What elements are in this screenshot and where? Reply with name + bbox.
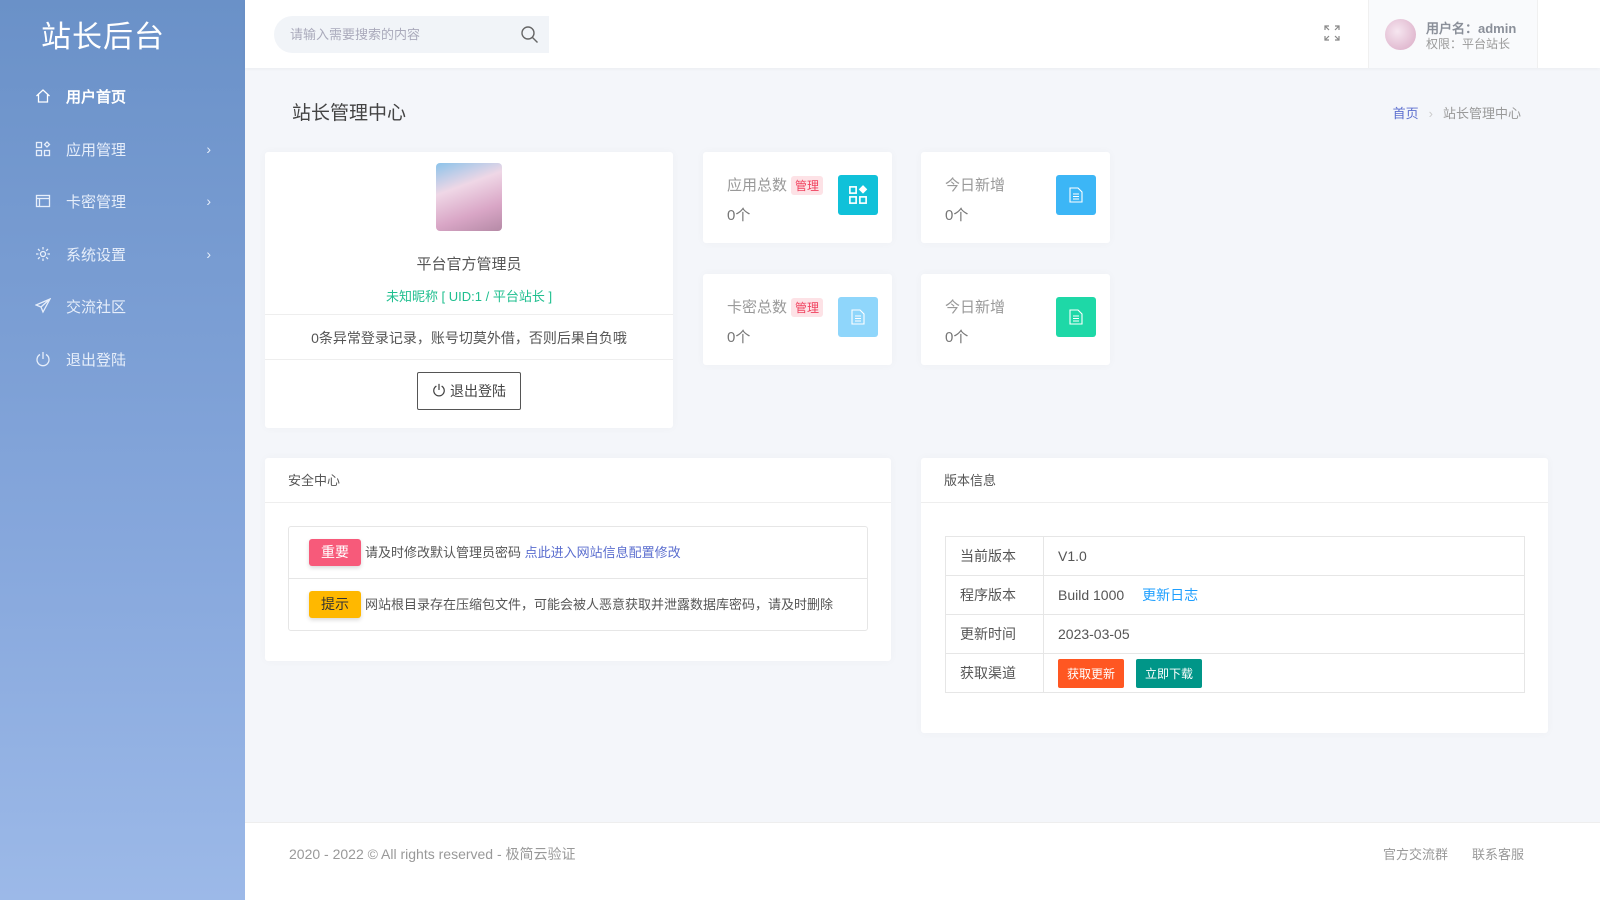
security-list: 重要 请及时修改默认管理员密码 点此进入网站信息配置修改 提示 网站根目录存在压缩包… — [288, 526, 868, 631]
sidebar-item-community[interactable]: 交流社区 — [0, 280, 245, 332]
search-icon[interactable] — [520, 25, 539, 49]
card-icon — [34, 192, 52, 210]
sidebar-item-apps[interactable]: 应用管理 › — [0, 123, 245, 175]
manage-badge[interactable]: 管理 — [791, 298, 824, 317]
chevron-right-icon: › — [206, 141, 211, 157]
sidebar-item-label: 用户首页 — [66, 88, 127, 106]
top-header: 用户名：admin 权限：平台站长 — [245, 0, 1600, 68]
document-icon — [1056, 297, 1096, 337]
profile-card: 平台官方管理员 未知昵称 [ UID:1 / 平台站长 ] 0条异常登录记录，账… — [265, 152, 673, 428]
row-label: 程序版本 — [945, 575, 1044, 615]
apps-icon — [838, 175, 878, 215]
config-link[interactable]: 点此进入网站信息配置修改 — [525, 545, 681, 560]
copyright: 2020 - 2022 © All rights reserved - 极简云验… — [289, 846, 576, 862]
security-text: 请及时修改默认管理员密码 — [365, 545, 525, 560]
important-tag: 重要 — [309, 539, 361, 566]
get-update-button[interactable]: 获取更新 — [1058, 658, 1125, 688]
sidebar-item-label: 交流社区 — [66, 298, 127, 316]
footer: 2020 - 2022 © All rights reserved - 极简云验… — [245, 822, 1600, 900]
breadcrumb-separator: › — [1428, 106, 1433, 121]
sidebar-item-logout[interactable]: 退出登陆 — [0, 333, 245, 385]
divider — [265, 314, 673, 315]
chevron-right-icon: › — [206, 246, 211, 262]
sidebar-item-cards[interactable]: 卡密管理 › — [0, 175, 245, 227]
profile-avatar — [436, 163, 502, 231]
version-table: 当前版本 V1.0 程序版本 Build 1000 更新日志 更新时间 2023-03-… — [945, 536, 1525, 693]
document-icon — [838, 297, 878, 337]
chevron-right-icon: › — [206, 193, 211, 209]
manage-badge[interactable]: 管理 — [791, 176, 824, 195]
stat-value: 0个 — [945, 207, 969, 224]
power-icon — [432, 383, 446, 400]
footer-link-support[interactable]: 联系客服 — [1472, 847, 1524, 862]
logo: 站长后台 — [41, 21, 165, 54]
profile-name: 平台官方管理员 — [416, 256, 522, 273]
sidebar-item-label: 卡密管理 — [66, 193, 127, 211]
security-panel: 安全中心 重要 请及时修改默认管理员密码 点此进入网站信息配置修改 提示 网站根目录… — [265, 458, 891, 661]
row-label: 获取渠道 — [945, 653, 1044, 693]
logout-label: 退出登陆 — [450, 383, 506, 399]
sidebar: 站长后台 用户首页 应用管理 › 卡密管理 › 系统设置 › 交流社区 退出登陆 — [0, 0, 245, 900]
avatar — [1385, 19, 1416, 50]
stat-label: 今日新增 — [945, 299, 1006, 316]
row-label: 当前版本 — [945, 536, 1044, 576]
send-icon — [34, 297, 52, 315]
footer-link-group[interactable]: 官方交流群 — [1383, 847, 1448, 862]
table-row: 获取渠道 获取更新 立即下载 — [945, 653, 1525, 693]
stat-value: 0个 — [727, 329, 751, 346]
security-text: 网站根目录存在压缩包文件，可能会被人恶意获取并泄露数据库密码，请及时删除 — [365, 597, 834, 612]
row-value: Build 1000 — [1058, 587, 1125, 603]
stat-card-apps-today: 今日新增 0个 — [921, 152, 1110, 243]
sidebar-item-settings[interactable]: 系统设置 › — [0, 228, 245, 280]
user-role: 权限：平台站长 — [1426, 37, 1511, 51]
panel-title: 版本信息 — [921, 458, 1548, 503]
sidebar-item-label: 退出登陆 — [66, 351, 127, 369]
table-row: 当前版本 V1.0 — [945, 536, 1525, 576]
logout-button[interactable]: 退出登陆 — [417, 372, 521, 410]
table-row: 更新时间 2023-03-05 — [945, 614, 1525, 654]
panel-title: 安全中心 — [265, 458, 891, 503]
search-input[interactable] — [274, 27, 504, 42]
changelog-link[interactable]: 更新日志 — [1142, 587, 1198, 603]
tip-tag: 提示 — [309, 591, 361, 618]
security-item: 重要 请及时修改默认管理员密码 点此进入网站信息配置修改 — [289, 527, 867, 578]
home-icon — [34, 87, 52, 105]
login-notice: 0条异常登录记录，账号切莫外借，否则后果自负哦 — [311, 330, 627, 346]
stat-label: 卡密总数 — [727, 299, 788, 316]
user-menu[interactable]: 用户名：admin 权限：平台站长 — [1368, 0, 1538, 68]
row-value: 2023-03-05 — [1043, 614, 1525, 654]
security-item: 提示 网站根目录存在压缩包文件，可能会被人恶意获取并泄露数据库密码，请及时删除 — [289, 578, 867, 630]
sidebar-item-home[interactable]: 用户首页 — [0, 70, 245, 122]
breadcrumb-current: 站长管理中心 — [1442, 106, 1521, 121]
stat-card-cards-today: 今日新增 0个 — [921, 274, 1110, 365]
row-value: V1.0 — [1043, 536, 1525, 576]
breadcrumb-home[interactable]: 首页 — [1393, 106, 1419, 121]
sidebar-item-label: 系统设置 — [66, 246, 127, 264]
document-icon — [1056, 175, 1096, 215]
fullscreen-icon[interactable] — [1323, 24, 1341, 47]
table-row: 程序版本 Build 1000 更新日志 — [945, 575, 1525, 615]
stat-card-apps: 应用总数 管理 0个 — [703, 152, 892, 243]
page-title: 站长管理中心 — [292, 103, 407, 124]
download-button[interactable]: 立即下载 — [1136, 658, 1203, 688]
divider — [265, 359, 673, 360]
profile-nick: 未知昵称 [ UID:1 / 平台站长 ] — [385, 289, 553, 304]
stat-card-cards: 卡密总数 管理 0个 — [703, 274, 892, 365]
breadcrumb: 首页 › 站长管理中心 — [1393, 103, 1521, 122]
apps-icon — [34, 140, 52, 158]
version-panel: 版本信息 当前版本 V1.0 程序版本 Build 1000 更新日志 更新时间 202… — [921, 458, 1548, 733]
stat-label: 今日新增 — [945, 177, 1006, 194]
stat-label: 应用总数 — [727, 177, 788, 194]
row-label: 更新时间 — [945, 614, 1044, 654]
search-box — [274, 16, 549, 53]
sidebar-item-label: 应用管理 — [66, 141, 127, 159]
stat-value: 0个 — [727, 207, 751, 224]
power-icon — [34, 350, 52, 368]
gear-icon — [34, 245, 52, 263]
stat-value: 0个 — [945, 329, 969, 346]
